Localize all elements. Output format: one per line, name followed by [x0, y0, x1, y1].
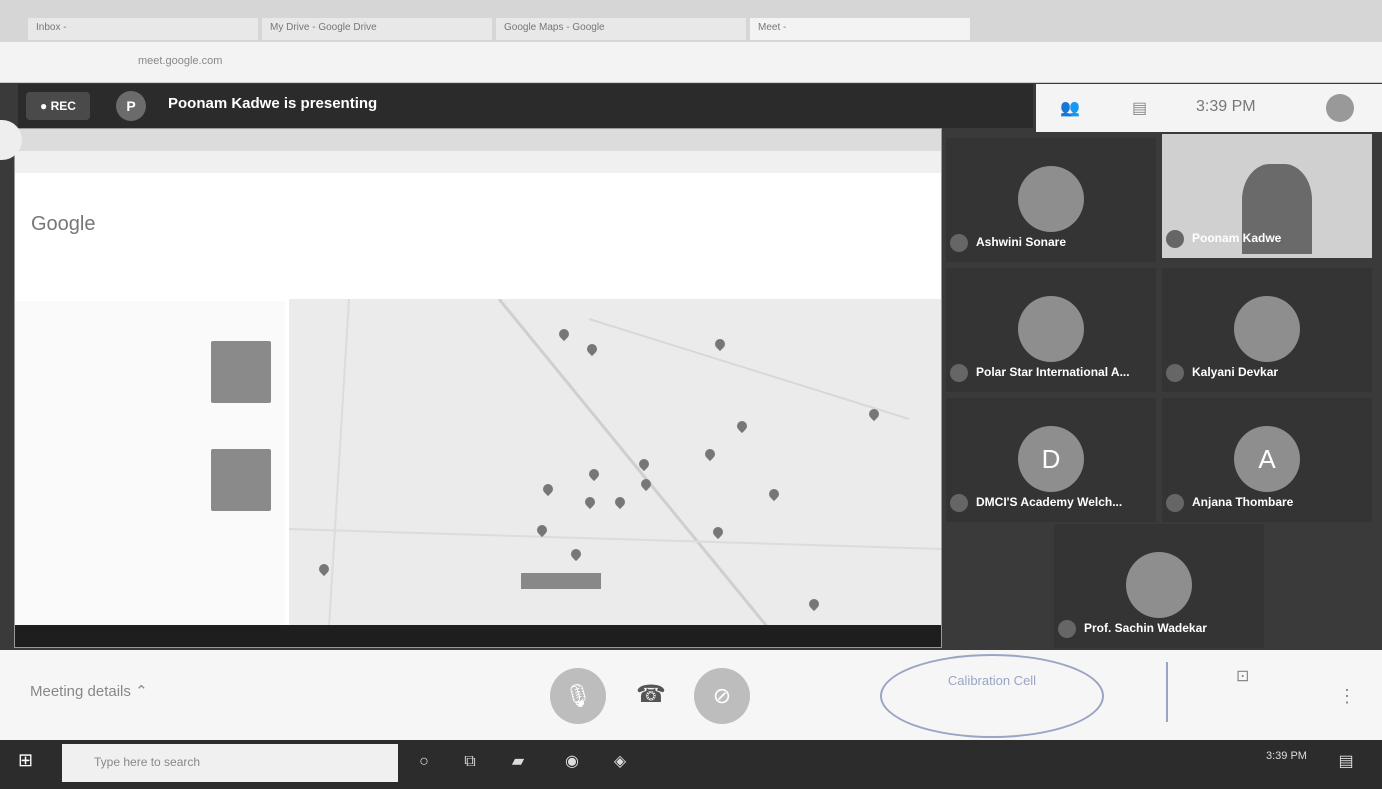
- address-bar[interactable]: meet.google.com: [0, 42, 1382, 83]
- browser-tab[interactable]: My Drive - Google Drive: [262, 18, 492, 40]
- chat-icon[interactable]: ▤: [1132, 98, 1147, 118]
- windows-start-icon[interactable]: ⊞: [18, 750, 40, 772]
- browser-tab[interactable]: Google Maps - Google: [496, 18, 746, 40]
- participant-tile[interactable]: Ashwini Sonare: [946, 138, 1156, 262]
- mic-off-icon: [950, 234, 968, 252]
- participant-name: Ashwini Sonare: [950, 234, 1066, 252]
- presenter-avatar: P: [116, 91, 146, 121]
- clock: 3:39 PM: [1196, 98, 1256, 115]
- map-view: [289, 299, 941, 627]
- mic-off-icon: [1166, 230, 1184, 248]
- meet-top-right: 👥 ▤ 3:39 PM: [1036, 84, 1382, 132]
- participant-avatar: [1018, 166, 1084, 232]
- people-icon[interactable]: 👥: [1060, 98, 1080, 118]
- task-view-icon[interactable]: ⧉: [458, 750, 482, 774]
- mic-off-icon: [1166, 364, 1184, 382]
- participant-tile[interactable]: Poonam Kadwe: [1162, 134, 1372, 258]
- pen-mark: [1166, 662, 1178, 722]
- participant-name: Prof. Sachin Wadekar: [1058, 620, 1207, 638]
- map-button: [521, 573, 601, 589]
- notification-icon[interactable]: ▤: [1334, 750, 1358, 774]
- result-thumbnail: [211, 449, 271, 511]
- shared-address-bar: [15, 151, 941, 173]
- shared-tab-bar: [15, 129, 941, 151]
- participant-avatar: D: [1018, 426, 1084, 492]
- participant-tile[interactable]: Kalyani Devkar: [1162, 268, 1372, 392]
- end-call-icon[interactable]: ☎: [636, 680, 666, 709]
- cortana-icon[interactable]: ○: [412, 750, 436, 774]
- result-thumbnail: [211, 341, 271, 403]
- presenting-text: Poonam Kadwe is presenting: [168, 95, 378, 112]
- browser-tab-active[interactable]: Meet -: [750, 18, 970, 40]
- shared-screen: Google: [14, 128, 942, 648]
- shared-taskbar: [15, 625, 941, 647]
- taskbar-search-input[interactable]: Type here to search: [62, 744, 398, 782]
- participant-avatar: [1018, 296, 1084, 362]
- participant-tile[interactable]: A Anjana Thombare: [1162, 398, 1372, 522]
- mic-off-icon: [950, 364, 968, 382]
- meeting-details-button[interactable]: Meeting details ⌃: [30, 682, 148, 700]
- camera-toggle-button[interactable]: ⊘: [694, 668, 750, 724]
- mic-off-icon: [1166, 494, 1184, 512]
- browser-tab[interactable]: Inbox -: [28, 18, 258, 40]
- participant-avatar: [1126, 552, 1192, 618]
- participant-name: Anjana Thombare: [1166, 494, 1293, 512]
- stamp: Calibration Cell: [880, 654, 1104, 738]
- present-icon[interactable]: ⊡: [1236, 666, 1249, 686]
- participant-name: Poonam Kadwe: [1166, 230, 1281, 248]
- results-panel: [15, 301, 285, 641]
- google-logo: Google: [31, 213, 96, 235]
- participant-name: DMCI'S Academy Welch...: [950, 494, 1122, 512]
- url-text: meet.google.com: [138, 55, 223, 67]
- map-roads: [289, 299, 941, 627]
- participant-name: Polar Star International A...: [950, 364, 1130, 382]
- app-icon[interactable]: ◈: [608, 750, 632, 774]
- mic-toggle-button[interactable]: 🎙: [550, 668, 606, 724]
- mic-off-icon: 🎙: [564, 683, 592, 708]
- mic-off-icon: [950, 494, 968, 512]
- participant-tile[interactable]: Prof. Sachin Wadekar: [1054, 524, 1264, 648]
- mic-off-icon: [1058, 620, 1076, 638]
- google-search-box: [115, 213, 515, 239]
- participant-name: Kalyani Devkar: [1166, 364, 1278, 382]
- taskbar-clock: 3:39 PM: [1266, 750, 1307, 762]
- camera-off-icon: ⊘: [712, 683, 732, 708]
- user-avatar[interactable]: [1326, 94, 1354, 122]
- participant-avatar: A: [1234, 426, 1300, 492]
- file-explorer-icon[interactable]: ▰: [506, 750, 530, 774]
- chrome-icon[interactable]: ◉: [560, 750, 584, 774]
- more-options-icon[interactable]: ⋮: [1338, 686, 1356, 707]
- browser-tab-bar: Inbox - My Drive - Google Drive Google M…: [0, 0, 1382, 42]
- participant-tile[interactable]: D DMCI'S Academy Welch...: [946, 398, 1156, 522]
- participant-tile[interactable]: Polar Star International A...: [946, 268, 1156, 392]
- participant-avatar: [1234, 296, 1300, 362]
- recording-badge: ● REC: [26, 92, 90, 120]
